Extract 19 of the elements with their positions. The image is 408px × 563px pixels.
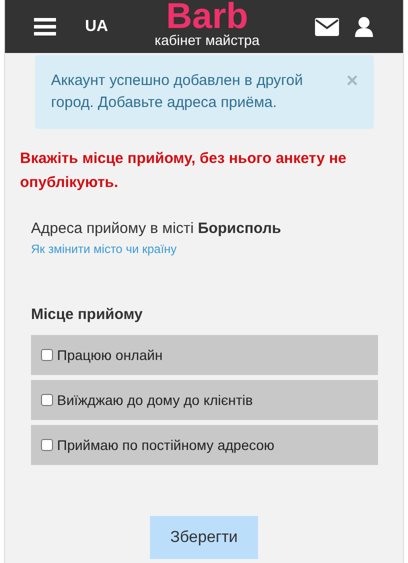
option-label: Працюю онлайн bbox=[57, 347, 163, 363]
alert-message: Аккаунт успешно добавлен в другой город. Добавьте адреса приёма. bbox=[51, 71, 304, 113]
menu-icon[interactable] bbox=[34, 18, 56, 36]
logo-subtitle: кабінет майстра bbox=[154, 32, 260, 48]
option-label: Виїжджаю до дому до клієнтів bbox=[57, 392, 253, 408]
mail-icon[interactable] bbox=[315, 18, 339, 36]
save-button[interactable]: Зберегти bbox=[150, 516, 258, 559]
option-label: Приймаю по постійному адресою bbox=[57, 437, 274, 453]
option-row[interactable]: Виїжджаю до дому до клієнтів bbox=[31, 380, 378, 420]
address-city-text: Адреса прийому в місті Борисполь bbox=[31, 220, 282, 237]
option-row[interactable]: Приймаю по постійному адресою bbox=[31, 425, 378, 465]
section-title: Місце прийому bbox=[31, 306, 144, 323]
option-checkbox[interactable] bbox=[41, 439, 53, 451]
option-checkbox[interactable] bbox=[41, 394, 53, 406]
option-checkbox[interactable] bbox=[41, 349, 53, 361]
warning-message: Вкажіть місце прийому, без нього анкету не опублікують. bbox=[20, 149, 348, 193]
user-icon[interactable] bbox=[355, 16, 373, 36]
option-row[interactable]: Працюю онлайн bbox=[31, 335, 378, 375]
language-selector[interactable]: UA bbox=[85, 18, 108, 36]
